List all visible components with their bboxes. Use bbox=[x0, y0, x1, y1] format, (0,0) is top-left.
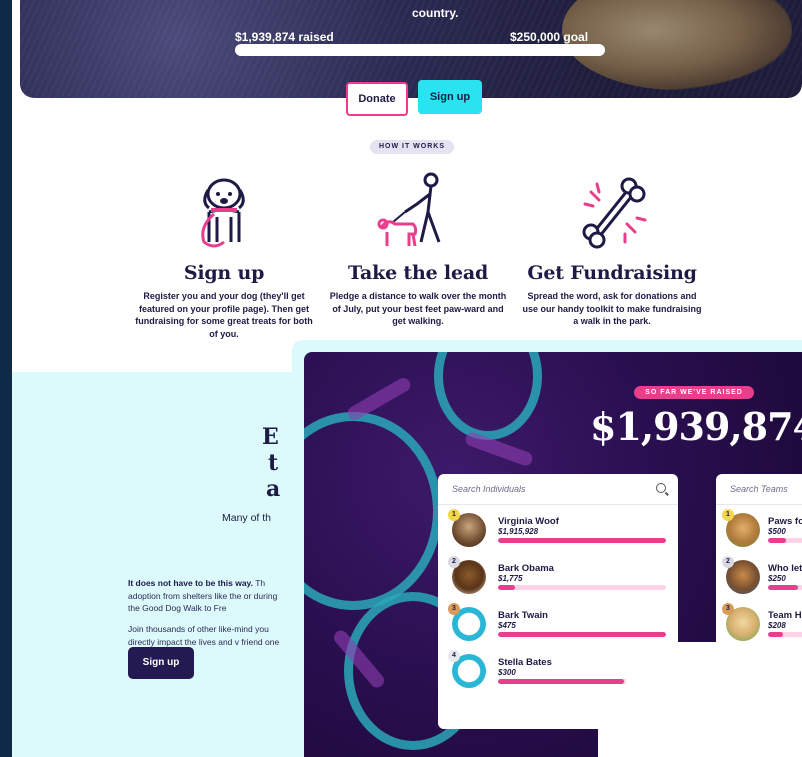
section-subheading: Many of th bbox=[222, 512, 272, 524]
progress-fill bbox=[768, 632, 783, 637]
team-name: Paws for bbox=[768, 516, 802, 527]
hero-country-text: country. bbox=[412, 6, 459, 20]
progress-fill bbox=[498, 538, 666, 543]
individual-name: Virginia Woof bbox=[498, 516, 559, 527]
decor-squiggle bbox=[434, 352, 542, 440]
rank-badge: 1 bbox=[448, 509, 460, 521]
team-row[interactable]: 2 Who let t $250 bbox=[716, 552, 802, 599]
step-text: Spread the word, ask for donations and u… bbox=[522, 291, 702, 326]
progress-track bbox=[768, 538, 802, 543]
team-amount: $250 bbox=[768, 574, 786, 583]
step-title: Sign up bbox=[183, 262, 265, 284]
individual-name: Bark Twain bbox=[498, 610, 548, 621]
goal-amount: $250,000 goal bbox=[510, 30, 589, 44]
fundraising-progress-bar bbox=[235, 44, 605, 56]
teams-search-input[interactable]: Search Teams bbox=[716, 474, 802, 505]
heading-line-2: t bbox=[268, 450, 279, 476]
heading-line-3: a bbox=[266, 476, 281, 502]
step-sign-up: Sign up Register you and your dog (they'… bbox=[134, 172, 314, 340]
search-placeholder: Search Teams bbox=[730, 484, 788, 494]
team-name: Who let t bbox=[768, 563, 802, 574]
team-amount: $500 bbox=[768, 527, 786, 536]
signup-button[interactable]: Sign up bbox=[418, 80, 482, 114]
individual-row[interactable]: 1 Virginia Woof $1,915,928 bbox=[438, 505, 678, 552]
raised-amount: $1,939,874 raised bbox=[235, 30, 334, 44]
section-heading: E t a bbox=[262, 424, 280, 502]
rank-badge: 2 bbox=[722, 556, 734, 568]
how-it-works-label: HOW IT WORKS bbox=[370, 140, 454, 154]
team-amount: $208 bbox=[768, 621, 786, 630]
team-row[interactable]: 3 Team He $208 bbox=[716, 599, 802, 646]
team-name: Team He bbox=[768, 610, 802, 621]
progress-track bbox=[498, 538, 666, 543]
team-row[interactable]: 1 Paws for $500 bbox=[716, 505, 802, 552]
donate-button[interactable]: Donate bbox=[346, 82, 408, 116]
dog-with-leash-icon bbox=[179, 172, 269, 252]
step-take-the-lead: Take the lead Pledge a distance to walk … bbox=[328, 172, 508, 328]
page: country. $1,939,874 raised $250,000 goal… bbox=[12, 0, 802, 757]
rank-badge: 3 bbox=[448, 603, 460, 615]
overlay-cutout bbox=[598, 690, 638, 757]
overlay-cutout bbox=[626, 642, 802, 757]
rank-badge: 4 bbox=[448, 650, 460, 662]
progress-fill bbox=[498, 632, 666, 637]
total-raised: $1,939,874 bbox=[590, 404, 802, 449]
search-placeholder: Search Individuals bbox=[452, 484, 526, 494]
step-title: Take the lead bbox=[347, 262, 489, 284]
paragraph-bold: It does not have to be this way. bbox=[128, 578, 254, 588]
teams-panel: Search Teams 1 Paws for $500 2 Who let t… bbox=[716, 474, 802, 650]
individual-amount: $300 bbox=[498, 668, 516, 677]
rank-badge: 2 bbox=[448, 556, 460, 568]
step-title: Get Fundraising bbox=[527, 262, 697, 284]
step-text: Register you and your dog (they'll get f… bbox=[135, 291, 313, 339]
progress-fill bbox=[768, 585, 798, 590]
individual-amount: $1,775 bbox=[498, 574, 523, 583]
person-walking-dog-icon bbox=[373, 172, 463, 252]
progress-track bbox=[768, 585, 802, 590]
heading-line-1: E bbox=[262, 424, 279, 450]
bone-icon bbox=[567, 172, 657, 252]
individual-amount: $475 bbox=[498, 621, 516, 630]
progress-fill bbox=[768, 538, 786, 543]
individuals-search-input[interactable]: Search Individuals bbox=[438, 474, 678, 505]
section-paragraph: It does not have to be this way. Th adop… bbox=[128, 577, 288, 615]
decor-squiggle bbox=[304, 412, 442, 610]
individual-name: Bark Obama bbox=[498, 563, 554, 574]
rank-badge: 1 bbox=[722, 509, 734, 521]
so-far-raised-badge: SO FAR WE'VE RAISED bbox=[634, 386, 754, 399]
progress-fill bbox=[498, 679, 624, 684]
individual-amount: $1,915,928 bbox=[498, 527, 539, 536]
progress-track bbox=[498, 632, 666, 637]
search-icon[interactable] bbox=[656, 483, 666, 493]
hero-banner: country. $1,939,874 raised $250,000 goal bbox=[20, 0, 802, 98]
individual-row[interactable]: 3 Bark Twain $475 bbox=[438, 599, 678, 646]
progress-track bbox=[768, 632, 802, 637]
step-get-fundraising: Get Fundraising Spread the word, ask for… bbox=[522, 172, 702, 328]
step-text: Pledge a distance to walk over the month… bbox=[329, 291, 507, 326]
individual-row[interactable]: 2 Bark Obama $1,775 bbox=[438, 552, 678, 599]
individual-name: Stella Bates bbox=[498, 657, 552, 668]
section-signup-button[interactable]: Sign up bbox=[128, 647, 194, 679]
progress-fill bbox=[498, 585, 515, 590]
rank-badge: 3 bbox=[722, 603, 734, 615]
progress-track bbox=[498, 585, 666, 590]
